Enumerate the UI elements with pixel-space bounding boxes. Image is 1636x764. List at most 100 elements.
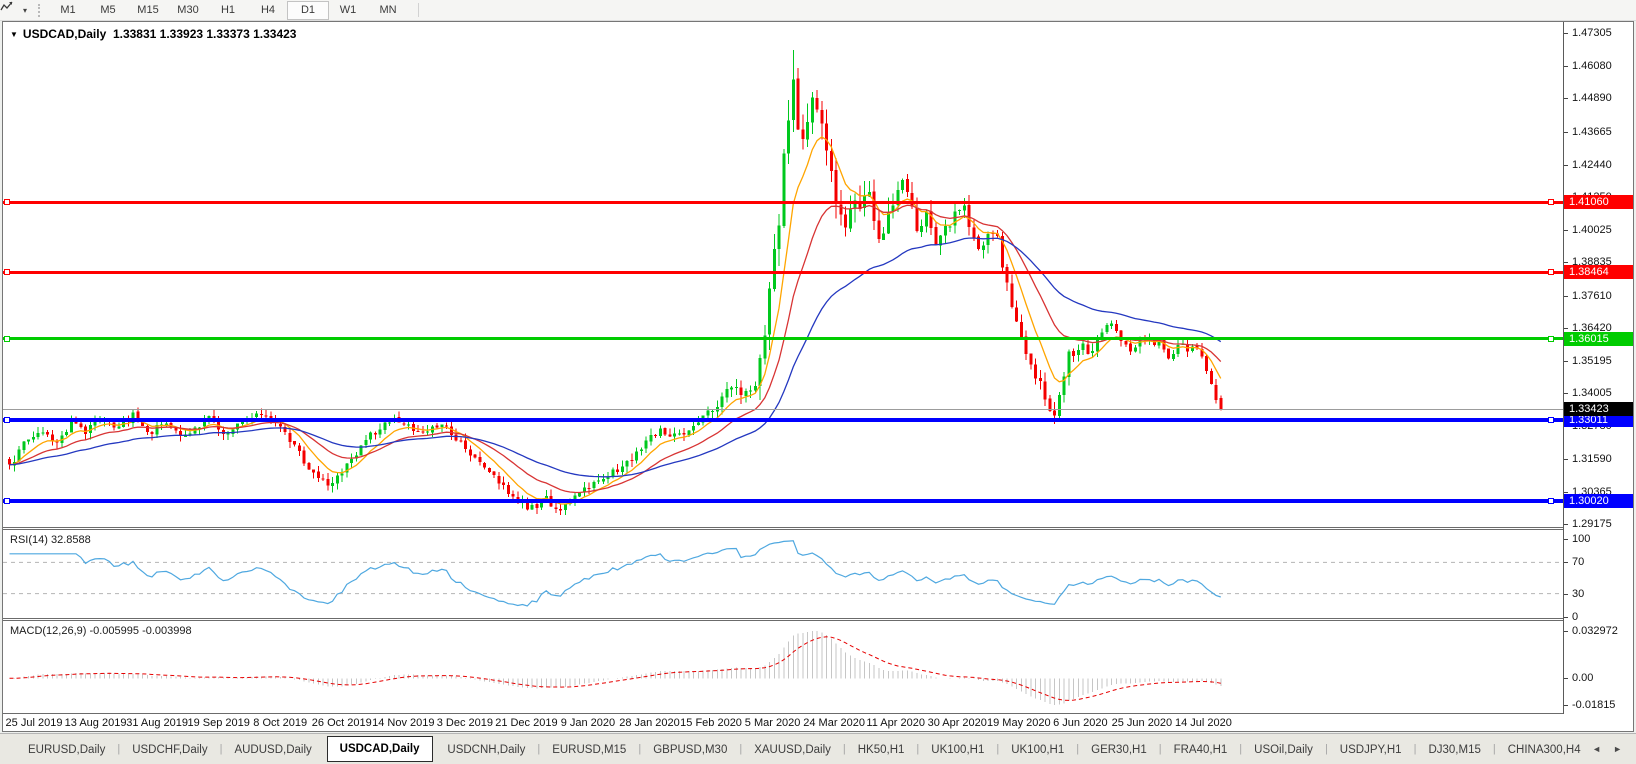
axis-tick-label: 1.46080 bbox=[1572, 60, 1612, 72]
line-handle[interactable] bbox=[4, 199, 10, 205]
axis-tick bbox=[1564, 459, 1568, 460]
date-label: 3 Dec 2019 bbox=[437, 717, 493, 729]
date-label: 11 Apr 2020 bbox=[866, 717, 925, 729]
timeframe-button-w1[interactable]: W1 bbox=[328, 2, 368, 19]
date-label: 9 Jan 2020 bbox=[561, 717, 615, 729]
tab-eurusd-daily[interactable]: EURUSD,Daily bbox=[16, 739, 117, 761]
rsi-axis-label: 70 bbox=[1572, 556, 1584, 568]
axis-tick-label: 1.42440 bbox=[1572, 159, 1612, 171]
chart-tab-bar: EURUSD,Daily|USDCHF,Daily|AUDUSD,Daily|U… bbox=[0, 733, 1636, 764]
tab-hk50-h1[interactable]: HK50,H1 bbox=[846, 739, 917, 761]
date-label: 30 Apr 2020 bbox=[928, 717, 987, 729]
price-badge: 1.36015 bbox=[1564, 332, 1633, 346]
macd-axis-tick bbox=[1564, 678, 1568, 679]
timeframe-button-m15[interactable]: M15 bbox=[128, 2, 168, 19]
axis-tick bbox=[1564, 262, 1568, 263]
horizontal-line-1.38464[interactable] bbox=[3, 271, 1563, 274]
axis-tick bbox=[1564, 33, 1568, 34]
chart-window: ▼USDCAD,Daily 1.33831 1.33923 1.33373 1.… bbox=[2, 21, 1634, 732]
rsi-axis-tick bbox=[1564, 539, 1568, 540]
horizontal-line-1.30020[interactable] bbox=[3, 499, 1563, 503]
rsi-axis-label: 30 bbox=[1572, 588, 1584, 600]
price-axis[interactable]: 1.473051.460801.448901.436651.424401.412… bbox=[1563, 22, 1633, 714]
axis-tick bbox=[1564, 361, 1568, 362]
horizontal-line-1.41060[interactable] bbox=[3, 201, 1563, 204]
price-chart-canvas[interactable] bbox=[3, 22, 1563, 527]
axis-tick-label: 1.35195 bbox=[1572, 355, 1612, 367]
line-handle[interactable] bbox=[4, 269, 10, 275]
axis-tick bbox=[1564, 230, 1568, 231]
timeframe-button-m1[interactable]: M1 bbox=[48, 2, 88, 19]
toolbar-separator bbox=[418, 3, 419, 17]
timeframe-button-m30[interactable]: M30 bbox=[168, 2, 208, 19]
chart-title-ohlc: 1.33831 1.33923 1.33373 1.33423 bbox=[113, 27, 297, 41]
tool-dropdown-icon[interactable]: ▾ bbox=[23, 6, 33, 15]
tab-scroll-left-icon[interactable]: ◄ bbox=[1592, 744, 1601, 754]
date-label: 15 Feb 2020 bbox=[680, 717, 742, 729]
tab-usdchf-daily[interactable]: USDCHF,Daily bbox=[120, 739, 219, 761]
tab-scroll-right-icon[interactable]: ► bbox=[1613, 744, 1622, 754]
line-handle[interactable] bbox=[4, 336, 10, 342]
tab-audusd-daily[interactable]: AUDUSD,Daily bbox=[222, 739, 323, 761]
date-label: 28 Jan 2020 bbox=[619, 717, 680, 729]
timeframe-button-h1[interactable]: H1 bbox=[208, 2, 248, 19]
date-label: 21 Dec 2019 bbox=[495, 717, 557, 729]
line-handle[interactable] bbox=[1548, 417, 1554, 423]
timeframe-button-h4[interactable]: H4 bbox=[248, 2, 288, 19]
rsi-axis-label: 0 bbox=[1572, 611, 1578, 623]
collapse-triangle-icon[interactable]: ▼ bbox=[10, 30, 18, 39]
tab-dj30-m15[interactable]: DJ30,M15 bbox=[1416, 739, 1492, 761]
timeframe-button-mn[interactable]: MN bbox=[368, 2, 408, 19]
timeframe-button-d1[interactable]: D1 bbox=[288, 2, 328, 19]
horizontal-line-1.36015[interactable] bbox=[3, 337, 1563, 340]
tab-uk100-h1[interactable]: UK100,H1 bbox=[919, 739, 996, 761]
date-label: 13 Aug 2019 bbox=[65, 717, 127, 729]
line-handle[interactable] bbox=[1548, 269, 1554, 275]
axis-tick-label: 1.29175 bbox=[1572, 518, 1612, 530]
tab-usdjpy-h1[interactable]: USDJPY,H1 bbox=[1328, 739, 1414, 761]
line-handle[interactable] bbox=[1548, 199, 1554, 205]
chart-title: ▼USDCAD,Daily 1.33831 1.33923 1.33373 1.… bbox=[10, 27, 296, 41]
date-label: 24 Mar 2020 bbox=[803, 717, 865, 729]
line-handle[interactable] bbox=[4, 417, 10, 423]
date-label: 19 May 2020 bbox=[987, 717, 1051, 729]
rsi-pane[interactable]: RSI(14) 32.8588 bbox=[3, 530, 1563, 618]
line-handle[interactable] bbox=[1548, 498, 1554, 504]
chart-tabs: EURUSD,Daily|USDCHF,Daily|AUDUSD,Daily|U… bbox=[0, 734, 1592, 764]
line-handle[interactable] bbox=[4, 498, 10, 504]
axis-tick bbox=[1564, 524, 1568, 525]
main-price-pane[interactable]: ▼USDCAD,Daily 1.33831 1.33923 1.33373 1.… bbox=[3, 22, 1563, 527]
date-label: 14 Jul 2020 bbox=[1175, 717, 1232, 729]
tab-usdcnh-daily[interactable]: USDCNH,Daily bbox=[435, 739, 537, 761]
tab-fra40-h1[interactable]: FRA40,H1 bbox=[1162, 739, 1240, 761]
line-handle[interactable] bbox=[1548, 336, 1554, 342]
axis-tick bbox=[1564, 98, 1568, 99]
macd-pane[interactable]: MACD(12,26,9) -0.005995 -0.003998 bbox=[3, 621, 1563, 714]
price-badge: 1.33423 bbox=[1564, 402, 1633, 416]
rsi-canvas[interactable] bbox=[3, 530, 1563, 618]
axis-tick bbox=[1564, 165, 1568, 166]
horizontal-line-1.33011[interactable] bbox=[3, 418, 1563, 422]
tab-eurusd-m15[interactable]: EURUSD,M15 bbox=[540, 739, 638, 761]
tab-china300-h4[interactable]: CHINA300,H4 bbox=[1496, 739, 1592, 761]
toolbar-grip bbox=[38, 4, 40, 17]
tab-uk100-h1[interactable]: UK100,H1 bbox=[999, 739, 1076, 761]
tab-xauusd-daily[interactable]: XAUUSD,Daily bbox=[742, 739, 843, 761]
tab-ger30-h1[interactable]: GER30,H1 bbox=[1079, 739, 1159, 761]
axis-tick bbox=[1564, 296, 1568, 297]
macd-label: MACD(12,26,9) -0.005995 -0.003998 bbox=[10, 625, 192, 637]
tab-scroll-arrows: ◄ ► bbox=[1592, 744, 1636, 764]
price-badge: 1.41060 bbox=[1564, 195, 1633, 209]
tab-usdcad-daily[interactable]: USDCAD,Daily bbox=[327, 736, 433, 762]
rsi-label: RSI(14) 32.8588 bbox=[10, 534, 91, 546]
date-label: 8 Oct 2019 bbox=[253, 717, 307, 729]
tab-gbpusd-m30[interactable]: GBPUSD,M30 bbox=[641, 739, 739, 761]
macd-axis-tick bbox=[1564, 705, 1568, 706]
tab-usoil-daily[interactable]: USOil,Daily bbox=[1242, 739, 1325, 761]
axis-tick-label: 1.43665 bbox=[1572, 126, 1612, 138]
macd-canvas[interactable] bbox=[3, 621, 1563, 713]
axis-tick bbox=[1564, 492, 1568, 493]
timeframe-button-m5[interactable]: M5 bbox=[88, 2, 128, 19]
polyline-tool-icon[interactable] bbox=[3, 2, 23, 18]
date-axis[interactable]: 25 Jul 201913 Aug 201931 Aug 201919 Sep … bbox=[3, 714, 1563, 731]
